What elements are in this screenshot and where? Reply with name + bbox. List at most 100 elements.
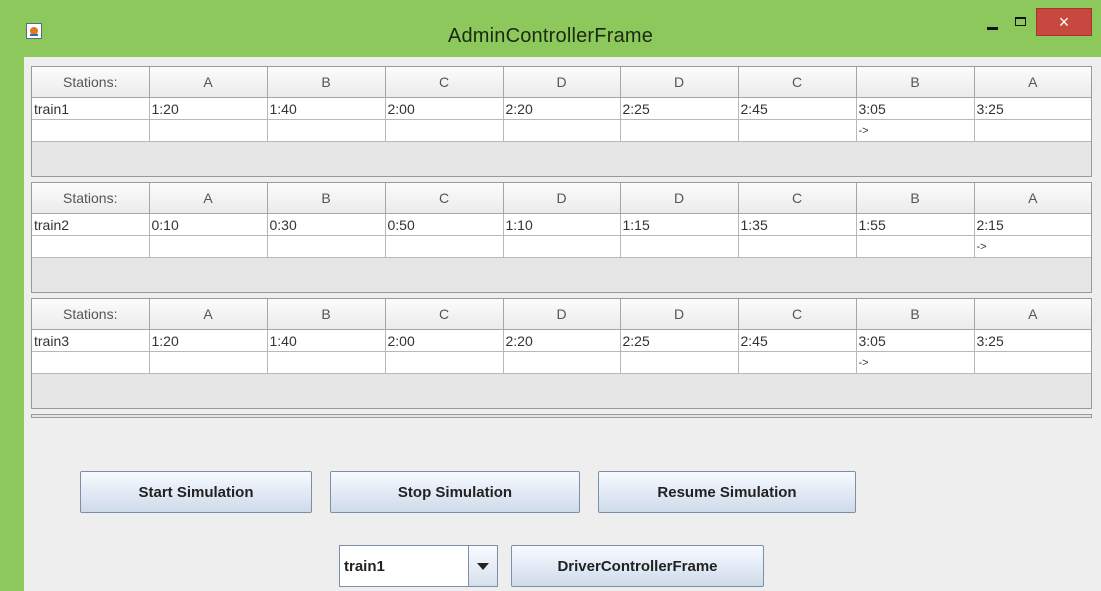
table-cell[interactable]: 1:20 — [149, 329, 268, 352]
table-cell[interactable] — [856, 235, 975, 258]
table-row: train1 1:20 1:40 2:00 2:20 2:25 2:45 3:0… — [32, 97, 1091, 120]
table-cell[interactable] — [620, 119, 739, 142]
table-cell[interactable]: 2:20 — [503, 329, 621, 352]
table-cell[interactable]: 2:15 — [974, 213, 1091, 236]
table-cell[interactable]: 2:45 — [738, 329, 857, 352]
header-cell[interactable]: Stations: — [32, 299, 150, 330]
table-cell[interactable]: 2:20 — [503, 97, 621, 120]
table-cell[interactable]: 1:40 — [267, 329, 386, 352]
header-cell[interactable]: A — [149, 67, 268, 98]
start-simulation-button[interactable]: Start Simulation — [80, 471, 312, 513]
chevron-down-icon — [477, 562, 489, 570]
table-cell[interactable]: train1 — [32, 97, 150, 120]
table-row: -> — [32, 351, 1091, 374]
header-cell[interactable]: B — [856, 67, 975, 98]
table-cell[interactable]: 2:00 — [385, 97, 504, 120]
close-button[interactable]: × — [1036, 8, 1092, 36]
header-cell[interactable]: D — [503, 183, 621, 214]
table-cell[interactable] — [267, 351, 386, 374]
table-header-row: Stations: A B C D D C B A — [32, 67, 1091, 98]
table-cell[interactable]: 3:25 — [974, 97, 1091, 120]
table-cell[interactable]: 3:05 — [856, 97, 975, 120]
table-cell[interactable] — [385, 351, 504, 374]
header-cell[interactable]: A — [149, 299, 268, 330]
dropdown-arrow-button[interactable] — [468, 546, 497, 586]
title-bar[interactable]: AdminControllerFrame × — [0, 0, 1101, 55]
table-cell[interactable]: 3:25 — [974, 329, 1091, 352]
header-cell[interactable]: A — [974, 67, 1091, 98]
header-cell[interactable]: B — [856, 183, 975, 214]
table-cell[interactable] — [385, 119, 504, 142]
header-cell[interactable]: B — [267, 183, 386, 214]
header-cell[interactable]: A — [974, 299, 1091, 330]
empty-scroll-strip[interactable] — [31, 414, 1092, 418]
table-cell[interactable]: -> — [974, 235, 1091, 258]
table-cell[interactable] — [503, 235, 621, 258]
table-cell[interactable]: -> — [856, 119, 975, 142]
table-row: train3 1:20 1:40 2:00 2:20 2:25 2:45 3:0… — [32, 329, 1091, 352]
table-cell[interactable]: train2 — [32, 213, 150, 236]
table-cell[interactable]: 2:25 — [620, 97, 739, 120]
header-cell[interactable]: C — [738, 299, 857, 330]
header-cell[interactable]: B — [267, 299, 386, 330]
table-cell[interactable]: 3:05 — [856, 329, 975, 352]
header-cell[interactable]: A — [974, 183, 1091, 214]
header-cell[interactable]: C — [385, 67, 504, 98]
table-cell[interactable]: 2:45 — [738, 97, 857, 120]
train-select[interactable]: train1 — [339, 545, 498, 587]
table-cell[interactable] — [738, 235, 857, 258]
header-cell[interactable]: D — [620, 299, 739, 330]
table-cell[interactable]: 2:00 — [385, 329, 504, 352]
header-cell[interactable]: A — [149, 183, 268, 214]
resume-simulation-button[interactable]: Resume Simulation — [598, 471, 856, 513]
table-cell[interactable]: 1:40 — [267, 97, 386, 120]
maximize-button[interactable] — [1004, 10, 1036, 36]
table-cell[interactable] — [267, 235, 386, 258]
table-cell[interactable] — [738, 351, 857, 374]
table-cell[interactable] — [32, 235, 150, 258]
table-cell[interactable] — [503, 119, 621, 142]
table-header-row: Stations: A B C D D C B A — [32, 183, 1091, 214]
table-cell[interactable]: train3 — [32, 329, 150, 352]
table-cell[interactable] — [149, 235, 268, 258]
header-cell[interactable]: C — [738, 67, 857, 98]
table-cell[interactable]: 0:10 — [149, 213, 268, 236]
table-cell[interactable] — [974, 351, 1091, 374]
table-cell[interactable] — [738, 119, 857, 142]
table-cell[interactable] — [385, 235, 504, 258]
header-cell[interactable]: D — [620, 183, 739, 214]
table-cell[interactable] — [149, 351, 268, 374]
table-cell[interactable] — [32, 351, 150, 374]
train1-schedule: Stations: A B C D D C B A train1 1:20 1:… — [31, 66, 1092, 177]
header-cell[interactable]: C — [385, 299, 504, 330]
table-cell[interactable] — [149, 119, 268, 142]
header-cell[interactable]: D — [620, 67, 739, 98]
schedule-table: Stations: A B C D D C B A train3 1:20 1:… — [32, 299, 1091, 374]
header-cell[interactable]: Stations: — [32, 183, 150, 214]
table-cell[interactable]: 1:20 — [149, 97, 268, 120]
table-cell[interactable]: 0:50 — [385, 213, 504, 236]
table-cell[interactable]: -> — [856, 351, 975, 374]
header-cell[interactable]: C — [385, 183, 504, 214]
header-cell[interactable]: D — [503, 299, 621, 330]
header-cell[interactable]: B — [856, 299, 975, 330]
header-cell[interactable]: D — [503, 67, 621, 98]
table-empty-area — [32, 374, 1091, 408]
table-cell[interactable] — [267, 119, 386, 142]
stop-simulation-button[interactable]: Stop Simulation — [330, 471, 580, 513]
driver-controller-frame-button[interactable]: DriverControllerFrame — [511, 545, 764, 587]
table-cell[interactable] — [503, 351, 621, 374]
header-cell[interactable]: B — [267, 67, 386, 98]
table-cell[interactable] — [620, 235, 739, 258]
table-cell[interactable] — [32, 119, 150, 142]
table-cell[interactable] — [974, 119, 1091, 142]
table-cell[interactable]: 1:55 — [856, 213, 975, 236]
table-cell[interactable]: 1:35 — [738, 213, 857, 236]
header-cell[interactable]: Stations: — [32, 67, 150, 98]
table-cell[interactable]: 1:15 — [620, 213, 739, 236]
table-cell[interactable]: 0:30 — [267, 213, 386, 236]
table-cell[interactable]: 1:10 — [503, 213, 621, 236]
table-cell[interactable] — [620, 351, 739, 374]
table-cell[interactable]: 2:25 — [620, 329, 739, 352]
header-cell[interactable]: C — [738, 183, 857, 214]
